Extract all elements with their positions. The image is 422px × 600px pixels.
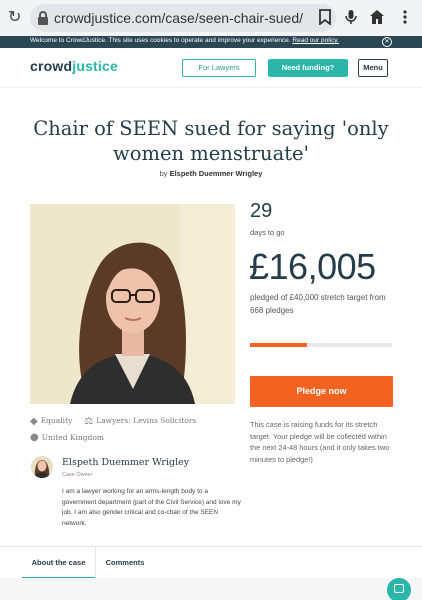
bookmark-icon[interactable] (316, 9, 334, 27)
case-tabs: About the case Comments (0, 546, 422, 579)
lawyers-tag[interactable]: Lawyers: Levins Solicitors (96, 416, 196, 425)
funding-progress-bar (250, 343, 392, 347)
need-funding-button[interactable]: Need funding? (268, 59, 348, 77)
lock-icon (38, 11, 48, 25)
chat-icon[interactable] (387, 578, 411, 600)
funding-progress-fill (250, 343, 307, 347)
byline: by Elspeth Duemmer Wrigley (159, 169, 263, 178)
cookie-policy-link[interactable]: Read our policy. (292, 37, 339, 44)
owner-role: Case Owner (62, 472, 93, 478)
microphone-icon[interactable] (342, 9, 360, 27)
cookie-banner: Welcome to CrowdJustice. This site uses … (0, 36, 422, 48)
reload-icon[interactable]: ↻ (8, 9, 26, 27)
days-remaining: 29 (250, 200, 273, 222)
more-options-icon[interactable] (396, 9, 414, 27)
for-lawyers-button[interactable]: For Lawyers (182, 59, 256, 77)
case-photo (30, 204, 235, 404)
home-icon[interactable] (368, 9, 386, 27)
browser-toolbar: ↻ crowdjustice.com/case/seen-chair-sued/ (0, 0, 422, 36)
owner-name[interactable]: Elspeth Duemmer Wrigley (62, 457, 189, 468)
menu-button[interactable]: Menu (358, 59, 388, 77)
site-header: crowdjustice For Lawyers Need funding? M… (0, 48, 422, 88)
close-icon[interactable]: ✕ (382, 37, 392, 47)
scales-icon: ⚖ (84, 416, 94, 427)
category-tag[interactable]: Equality (41, 416, 73, 425)
stretch-target-note: This case is raising funds for its stret… (250, 420, 390, 464)
pledged-summary: pledged of £40,000 stretch target from 6… (250, 293, 386, 315)
author-link[interactable]: Elspeth Duemmer Wrigley (170, 169, 263, 178)
pledge-now-button[interactable]: Pledge now (250, 376, 393, 407)
days-label: days to go (250, 228, 285, 237)
location-pin-icon: ● (30, 432, 39, 443)
avatar[interactable] (31, 456, 53, 478)
logo[interactable]: crowdjustice (30, 58, 118, 74)
location-tag: United Kingdom (41, 433, 104, 442)
case-tags: ◆ Equality ⚖ Lawyers: Levins Solicitors (30, 416, 196, 427)
location-row: ● United Kingdom (30, 432, 104, 443)
address-bar[interactable]: crowdjustice.com/case/seen-chair-sued/ (30, 4, 336, 32)
tab-about-the-case[interactable]: About the case (22, 547, 96, 579)
amount-raised: £16,005 (249, 246, 376, 287)
tab-comments[interactable]: Comments (96, 547, 154, 579)
tag-icon: ◆ (30, 416, 38, 427)
url-text[interactable]: crowdjustice.com/case/seen-chair-sued/ (54, 10, 303, 26)
owner-bio: I am a lawyer working for an arms-length… (62, 488, 241, 527)
cookie-text: Welcome to CrowdJustice. This site uses … (30, 37, 339, 44)
page-title: Chair of SEEN sued for saying 'only wome… (33, 117, 389, 165)
content-area (0, 578, 422, 600)
